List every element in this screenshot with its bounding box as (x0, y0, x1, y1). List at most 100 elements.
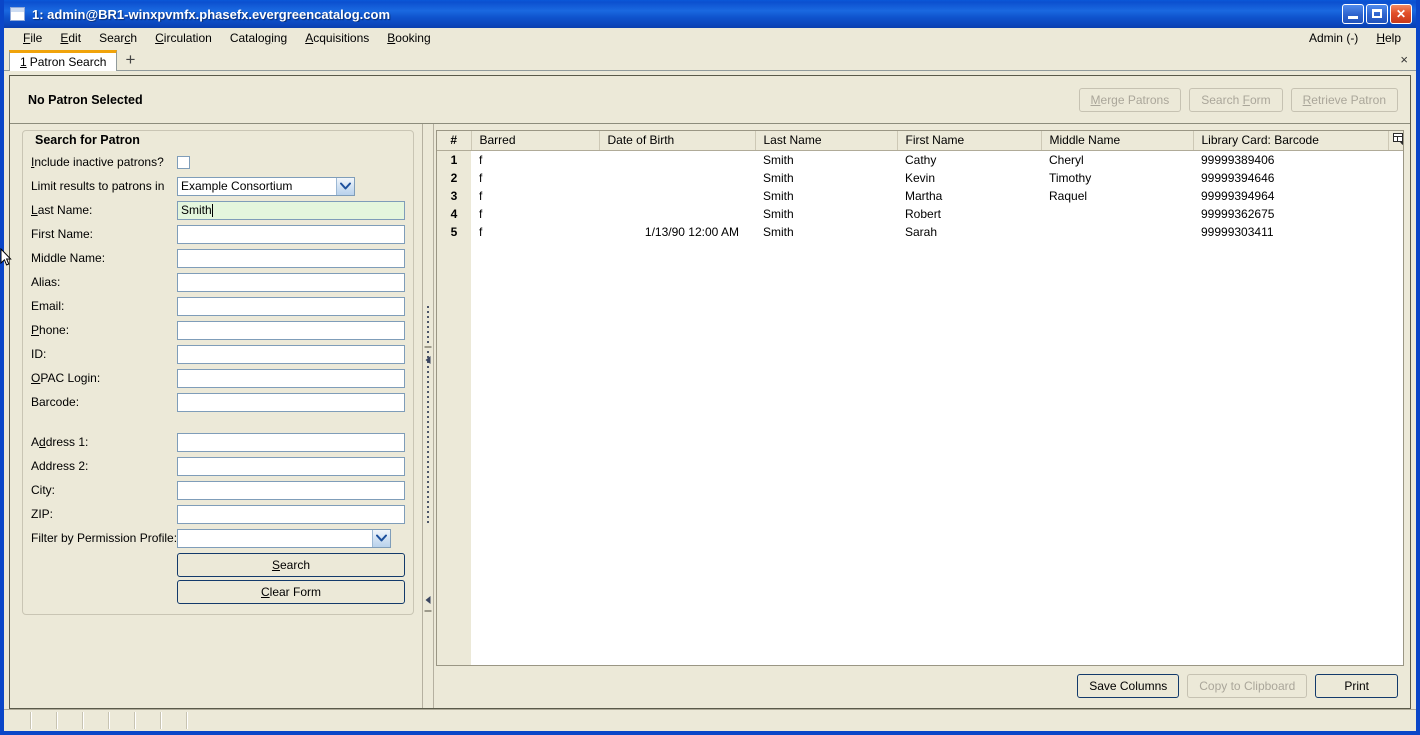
cell-row-number: 3 (437, 186, 471, 205)
cell-last-name: Smith (763, 224, 794, 239)
alias-input[interactable] (177, 272, 405, 292)
zip-label: ZIP: (31, 507, 54, 521)
menu-acquisitions[interactable]: Acquisitions (296, 29, 378, 47)
cell-row-number: 5 (437, 222, 471, 241)
menu-search[interactable]: Search (90, 29, 146, 47)
chevron-down-icon (372, 529, 390, 547)
page-body: No Patron Selected Merge Patrons Search … (4, 71, 1416, 709)
include-inactive-row: Include inactive patrons? (31, 150, 405, 174)
results-footer: Save Columns Copy to Clipboard Print (436, 666, 1404, 702)
save-columns-button[interactable]: Save Columns (1077, 674, 1180, 698)
splitter-collapse-arrow-bottom[interactable] (425, 596, 431, 604)
menu-booking[interactable]: Booking (378, 29, 439, 47)
cell-first-name: Sarah (905, 224, 938, 239)
chevron-down-icon (336, 177, 354, 195)
tab-close-icon[interactable]: × (1400, 52, 1408, 67)
menu-file[interactable]: File (14, 29, 51, 47)
cell-last-name: Smith (763, 206, 794, 221)
new-tab-button[interactable]: + (117, 49, 143, 70)
column-picker-icon[interactable] (1388, 131, 1403, 151)
cell-filler (1388, 223, 1403, 241)
print-button[interactable]: Print (1315, 674, 1398, 698)
first-name-input[interactable] (177, 224, 405, 244)
org-unit-select[interactable]: Example Consortium (177, 176, 355, 196)
column-header-number[interactable]: # (437, 131, 472, 151)
cell-filler (1388, 187, 1403, 205)
address1-input[interactable] (177, 432, 405, 452)
status-bar (4, 709, 1416, 731)
phone-label: Phone: (31, 323, 70, 337)
column-header-library-card[interactable]: Library Card: Barcode (1193, 131, 1389, 151)
address1-row: Address 1: (31, 430, 405, 454)
column-header-dob[interactable]: Date of Birth (599, 131, 756, 151)
menu-admin[interactable]: Admin (-) (1300, 29, 1367, 47)
text-caret (211, 203, 213, 217)
close-button[interactable] (1390, 4, 1412, 24)
grid-empty-area (437, 240, 1403, 665)
cell-filler (1388, 151, 1403, 169)
status-cell (84, 712, 110, 729)
column-header-middle-name[interactable]: Middle Name (1041, 131, 1194, 151)
copy-to-clipboard-button[interactable]: Copy to Clipboard (1187, 674, 1308, 698)
middle-name-label: Middle Name: (31, 251, 106, 265)
phone-input[interactable] (177, 320, 405, 340)
window-icon (10, 7, 25, 21)
address2-value (181, 458, 401, 475)
table-body: 1 f Smith Cathy Cheryl 99999389406 2 f Smith Kevi… (437, 150, 1403, 241)
id-input[interactable] (177, 344, 405, 364)
table-row[interactable]: 1 f Smith Cathy Cheryl 99999389406 (437, 150, 1403, 169)
minimize-button[interactable] (1342, 4, 1364, 24)
search-form-button[interactable]: Search Form (1189, 87, 1283, 112)
id-label: ID: (31, 347, 47, 361)
cell-last-name: Smith (763, 170, 794, 185)
column-header-last-name[interactable]: Last Name (755, 131, 898, 151)
column-header-barred[interactable]: Barred (471, 131, 600, 151)
merge-patrons-button[interactable]: Merge Patrons (1078, 87, 1182, 112)
search-button[interactable]: Search (177, 552, 405, 577)
menu-cataloging[interactable]: Cataloging (221, 29, 296, 47)
cell-barred: f (479, 188, 483, 203)
phone-value (181, 322, 401, 339)
zip-input[interactable] (177, 504, 405, 524)
menu-circulation[interactable]: Circulation (146, 29, 221, 47)
city-label: City: (31, 483, 55, 497)
barcode-input[interactable] (177, 392, 405, 412)
email-input[interactable] (177, 296, 405, 316)
cell-middle-name (1041, 223, 1193, 241)
tab-label: Patron Search (29, 55, 107, 69)
tab-patron-search[interactable]: 1 Patron Search (9, 50, 118, 71)
results-grid: # Barred Date of Birth Last Name First N… (436, 130, 1404, 666)
phone-row: Phone: (31, 318, 405, 342)
status-cell (32, 712, 58, 729)
column-header-first-name[interactable]: First Name (897, 131, 1042, 151)
permission-profile-select[interactable] (177, 528, 391, 548)
include-inactive-checkbox[interactable] (177, 155, 190, 169)
city-input[interactable] (177, 480, 405, 500)
last-name-input[interactable]: Smith (177, 200, 405, 220)
table-row[interactable]: 4 f Smith Robert 99999362675 (437, 204, 1403, 223)
opac-login-input[interactable] (177, 368, 405, 388)
middle-name-value (181, 250, 401, 267)
status-cell (6, 712, 32, 729)
table-row[interactable]: 2 f Smith Kevin Timothy 99999394646 (437, 168, 1403, 187)
splitter-collapse-arrow-top[interactable] (425, 356, 431, 364)
zip-row: ZIP: (31, 502, 405, 526)
menu-edit[interactable]: Edit (51, 29, 90, 47)
clear-form-button[interactable]: Clear Form (177, 579, 405, 604)
last-name-label: Last Name: (31, 203, 93, 217)
table-row[interactable]: 3 f Smith Martha Raquel 99999394964 (437, 186, 1403, 205)
results-pane: # Barred Date of Birth Last Name First N… (434, 124, 1410, 708)
cell-date-of-birth (599, 151, 755, 169)
pane-splitter[interactable] (422, 124, 434, 708)
menu-help[interactable]: Help (1367, 29, 1410, 47)
opac-login-row: OPAC Login: (31, 366, 405, 390)
cell-middle-name: Timothy (1049, 170, 1092, 185)
alias-value (181, 274, 401, 291)
maximize-button[interactable] (1366, 4, 1388, 24)
retrieve-patron-button[interactable]: Retrieve Patron (1290, 87, 1398, 112)
first-name-value (181, 226, 401, 243)
middle-name-input[interactable] (177, 248, 405, 268)
table-row[interactable]: 5 f 1/13/90 12:00 AM Smith Sarah 99999303411 (437, 222, 1403, 241)
address2-input[interactable] (177, 456, 405, 476)
search-for-patron-fieldset: Search for Patron Include inactive patro… (22, 130, 414, 615)
